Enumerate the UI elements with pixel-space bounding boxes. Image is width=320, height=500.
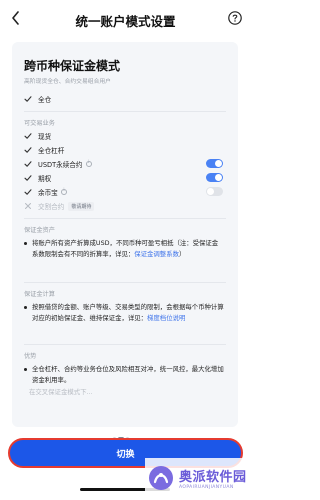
savings-toggle[interactable] xyxy=(206,187,223,196)
info-icon[interactable] xyxy=(85,160,92,167)
page-title: 统一账户模式设置 xyxy=(75,14,176,29)
mode-subtitle: 高阶现货全仓、合约交易组合用户 xyxy=(24,79,111,85)
info-icon[interactable] xyxy=(60,188,67,195)
margin-mode-label: 全仓 xyxy=(38,96,52,104)
business-label: 现货 xyxy=(38,133,52,141)
margin-calc-desc: 按照借贷的金额、账户等级、交易类型的限制，会根据每个币种计算对应的初始保证金、维… xyxy=(24,302,224,323)
business-item-savings: 余币宝 xyxy=(24,186,67,198)
mode-card: 跨币种保证金模式 高阶现货全仓、合约交易组合用户 全仓 可交易业务 现货 全仓杠… xyxy=(12,42,238,427)
divider xyxy=(24,344,226,345)
advantages-desc-faded: 在交叉保证金模式下... xyxy=(24,387,224,398)
close-icon xyxy=(25,203,31,209)
switch-button-label: 切换 xyxy=(116,449,135,460)
check-icon xyxy=(24,133,32,139)
divider xyxy=(24,282,226,283)
margin-calc-text: 按照借贷的金额、账户等级、交易类型的限制，会根据每个币种计算对应的初始保证金、维… xyxy=(32,302,224,323)
check-icon xyxy=(24,161,32,167)
options-toggle[interactable] xyxy=(206,173,223,182)
divider xyxy=(24,218,226,219)
business-item-cross-margin: 全仓杠杆 xyxy=(24,144,64,156)
check-icon xyxy=(24,147,32,153)
help-icon xyxy=(228,11,242,25)
help-button[interactable] xyxy=(227,10,243,26)
business-label: 全仓杠杆 xyxy=(38,147,65,155)
divider xyxy=(24,111,226,112)
business-label: 余币宝 xyxy=(38,189,58,197)
coming-soon-badge: 敬请期待 xyxy=(68,201,95,211)
check-icon xyxy=(24,96,32,102)
usdt-perpetual-toggle[interactable] xyxy=(206,159,223,168)
check-icon xyxy=(24,175,32,181)
advantages-body: 全仓杠杆、合约等业务仓位及风险相互对冲，统一风控，最大化增加资金利用率。 xyxy=(32,365,224,384)
watermark-text: 奥派软件园 AOPAIRUANJIANYUAN xyxy=(179,466,247,490)
delivery-label: 交割合约 xyxy=(38,203,65,211)
business-item-spot: 现货 xyxy=(24,130,51,142)
business-label: USDT永续合约 xyxy=(38,161,83,169)
business-item-usdt-perpetual: USDT永续合约 xyxy=(24,158,92,170)
business-label: 期权 xyxy=(38,175,52,183)
bullet-dot xyxy=(24,242,27,245)
watermark: 奥派软件园 AOPAIRUANJIANYUAN xyxy=(145,458,249,498)
watermark-main: 奥派软件园 xyxy=(179,470,247,485)
margin-assets-text: 将账户所有资产折算成USD，不同币种可盈亏相抵（注：受保证金系数限制会有不同的折… xyxy=(32,238,224,259)
bullet-dot xyxy=(24,306,27,309)
margin-calc-body: 按照借贷的金额、账户等级、交易类型的限制，会根据每个币种计算对应的初始保证金、维… xyxy=(32,303,224,322)
check-icon xyxy=(24,189,32,195)
margin-mode-row: 全仓 xyxy=(24,93,51,105)
advantages-faded-text: 在交叉保证金模式下... xyxy=(29,388,93,396)
tier-description-link[interactable]: 梯度档位说明 xyxy=(147,314,185,322)
watermark-sub: AOPAIRUANJIANYUAN xyxy=(179,485,234,490)
advantages-text: 全仓杠杆、合约等业务仓位及风险相互对冲，统一风控，最大化增加资金利用率。 xyxy=(32,364,224,385)
advantages-desc: 全仓杠杆、合约等业务仓位及风险相互对冲，统一风控，最大化增加资金利用率。 xyxy=(24,364,224,385)
margin-calc-label: 保证金计算 xyxy=(24,291,55,298)
margin-coefficient-link[interactable]: 保证金调整系数 xyxy=(134,250,179,258)
business-item-delivery: 交割合约 敬请期待 xyxy=(24,200,95,212)
bullet-dot xyxy=(24,368,27,371)
business-item-options: 期权 xyxy=(24,172,51,184)
margin-assets-suffix: ） xyxy=(178,249,186,258)
margin-assets-label: 保证金资产 xyxy=(24,227,55,234)
top-bar: 统一账户模式设置 xyxy=(0,0,251,38)
margin-assets-body: 将账户所有资产折算成USD，不同币种可盈亏相抵（注：受保证金系数限制会有不同的折… xyxy=(32,239,219,258)
advantages-label: 优势 xyxy=(24,353,37,360)
watermark-logo-icon xyxy=(149,466,173,490)
mode-title: 跨币种保证金模式 xyxy=(24,59,121,73)
tradable-section-label: 可交易业务 xyxy=(24,120,55,127)
margin-assets-desc: 将账户所有资产折算成USD，不同币种可盈亏相抵（注：受保证金系数限制会有不同的折… xyxy=(24,238,224,259)
